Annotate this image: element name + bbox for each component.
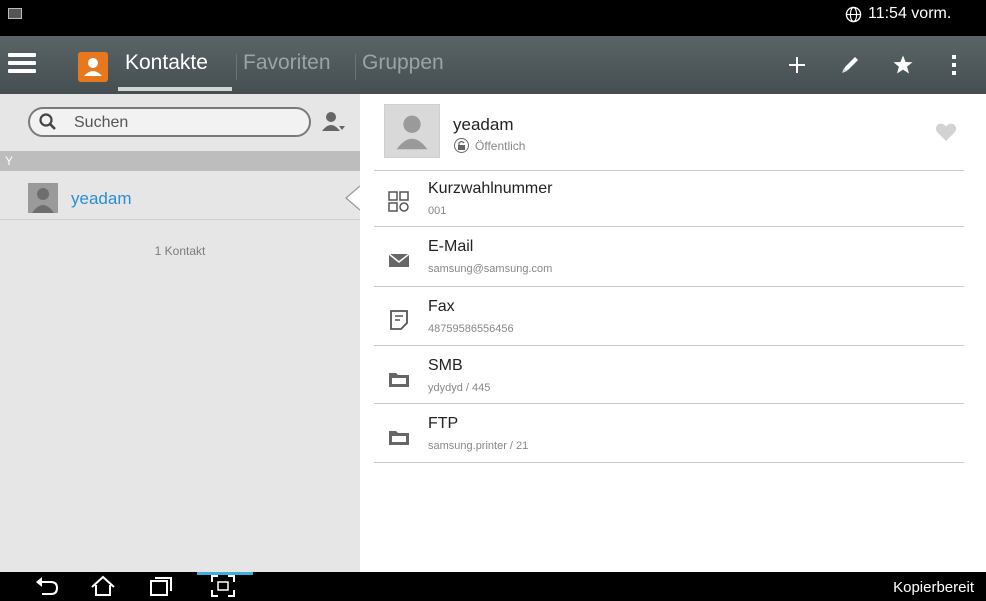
field-smb[interactable]: SMB ydydyd / 445 — [374, 348, 964, 406]
ftp-folder-icon — [389, 431, 409, 445]
contact-list-panel: Suchen Y yeadam 1 Kontakt — [0, 94, 360, 572]
tab-divider — [236, 54, 237, 80]
visibility-text: Öffentlich — [475, 138, 526, 153]
tab-indicator — [118, 87, 232, 91]
divider — [374, 345, 964, 346]
contact-count: 1 Kontakt — [154, 244, 206, 258]
recent-apps-icon[interactable] — [148, 574, 174, 598]
contacts-app-icon[interactable] — [78, 52, 108, 82]
device-status-text: Kopierbereit — [893, 579, 974, 596]
divider — [374, 226, 964, 227]
contact-detail-name: yeadam — [453, 115, 514, 134]
field-label: Kurzwahlnummer — [428, 180, 553, 197]
mail-icon — [388, 253, 410, 267]
favorite-button[interactable] — [879, 36, 927, 94]
contact-name: yeadam — [71, 189, 132, 208]
field-value: samsung@samsung.com — [428, 263, 553, 275]
screen-capture-icon[interactable] — [210, 574, 236, 598]
divider — [374, 286, 964, 287]
smb-folder-icon — [389, 373, 409, 387]
action-bar: Kontakte Favoriten Gruppen — [0, 36, 986, 94]
contact-detail-panel: yeadam Öffentlich Kurzwahlnummer 001 E-M… — [360, 94, 986, 572]
section-header: Y — [0, 151, 360, 171]
field-label: FTP — [428, 415, 459, 432]
tab-divider — [355, 54, 356, 80]
globe-icon — [845, 6, 862, 23]
field-speed-dial[interactable]: Kurzwahlnummer 001 — [374, 171, 964, 229]
tab-kontakte[interactable]: Kontakte — [125, 51, 208, 75]
navigation-bar: Kopierbereit — [0, 572, 986, 601]
divider — [374, 403, 964, 404]
field-value: 48759586556456 — [428, 323, 514, 335]
add-contact-icon[interactable] — [320, 109, 348, 135]
speed-dial-icon — [388, 191, 409, 212]
field-value: 001 — [428, 205, 447, 217]
search-placeholder: Suchen — [74, 114, 129, 131]
edit-icon — [842, 57, 858, 73]
search-icon — [39, 113, 56, 130]
field-label: SMB — [428, 357, 463, 374]
tab-favoriten[interactable]: Favoriten — [243, 51, 331, 75]
overflow-menu-button[interactable] — [930, 36, 978, 94]
field-label: Fax — [428, 298, 455, 315]
back-icon[interactable] — [34, 574, 60, 598]
field-ftp[interactable]: FTP samsung.printer / 21 — [374, 406, 964, 464]
status-bar: 11:54 vorm. — [0, 0, 986, 34]
image-notification-icon — [8, 8, 22, 19]
field-label: E-Mail — [428, 238, 474, 255]
avatar — [28, 183, 58, 213]
contact-photo[interactable] — [384, 104, 440, 158]
star-icon — [893, 55, 913, 74]
field-email[interactable]: E-Mail samsung@samsung.com — [374, 229, 964, 287]
selected-indicator-icon — [345, 185, 360, 211]
home-icon[interactable] — [90, 574, 116, 598]
list-item[interactable]: yeadam — [0, 176, 360, 220]
public-lock-icon — [454, 138, 469, 153]
field-fax[interactable]: Fax 48759586556456 — [374, 289, 964, 347]
visibility-label: Öffentlich — [454, 138, 525, 153]
fax-icon — [390, 310, 408, 330]
divider — [374, 462, 964, 463]
field-value: samsung.printer / 21 — [428, 440, 529, 452]
add-icon — [789, 57, 805, 73]
tab-gruppen[interactable]: Gruppen — [362, 51, 444, 75]
edit-button[interactable] — [826, 36, 874, 94]
clock: 11:54 vorm. — [868, 5, 952, 22]
menu-icon[interactable] — [8, 53, 36, 77]
field-value: ydydyd / 445 — [428, 382, 491, 394]
heart-icon[interactable] — [935, 122, 957, 142]
overflow-menu-icon — [952, 55, 956, 75]
add-button[interactable] — [773, 36, 821, 94]
search-input[interactable]: Suchen — [28, 107, 311, 137]
